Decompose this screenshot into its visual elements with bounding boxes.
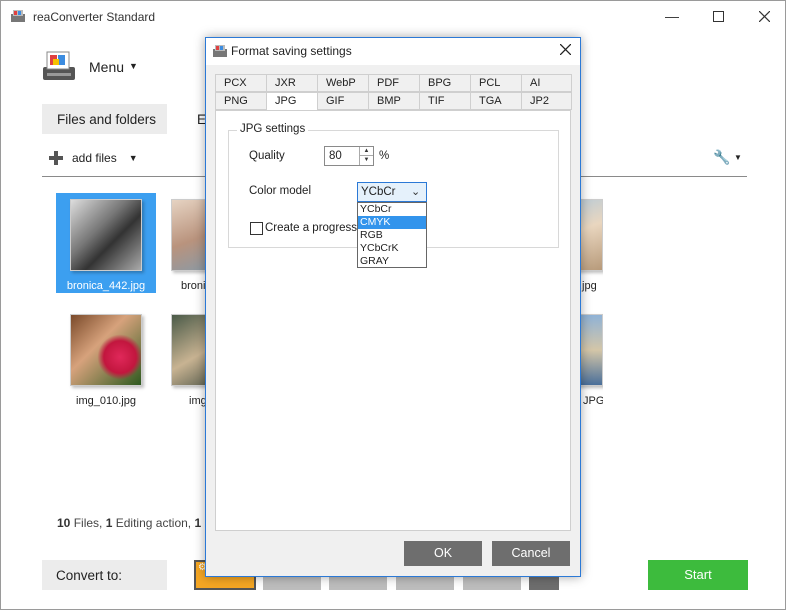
tab-webp[interactable]: WebP [317, 74, 368, 92]
quality-value[interactable]: 80 [329, 150, 342, 162]
tab-pdf[interactable]: PDF [368, 74, 419, 92]
ok-button[interactable]: OK [404, 541, 482, 566]
progressive-label: Create a progress [265, 222, 358, 234]
editing-label: Editing action, [115, 516, 192, 530]
tab-gif[interactable]: GIF [317, 92, 368, 110]
thumbnail-image [70, 199, 142, 271]
tab-tif[interactable]: TIF [419, 92, 470, 110]
menu-button[interactable]: Menu [89, 59, 124, 75]
extra-count: 1 [194, 516, 202, 530]
color-model-value: YCbCr [361, 186, 396, 198]
option-rgb[interactable]: RGB [358, 229, 426, 242]
tab-jxr[interactable]: JXR [266, 74, 317, 92]
thumbnail-image [70, 314, 142, 386]
chevron-down-icon[interactable]: ▼ [129, 153, 138, 163]
tab-pcl[interactable]: PCL [470, 74, 521, 92]
tab-ai[interactable]: AI [521, 74, 572, 92]
spin-down-icon[interactable]: ▼ [359, 156, 373, 165]
progressive-checkbox[interactable] [250, 222, 263, 235]
option-ycbcrk[interactable]: YCbCrK [358, 242, 426, 255]
printer-icon[interactable] [41, 49, 77, 83]
plus-icon [49, 151, 63, 165]
status-bar: 10 Files, 1 Editing action, 1 [57, 516, 201, 530]
file-thumbnail[interactable]: bronica_442.jpg [56, 193, 156, 293]
files-label: Files, [73, 516, 103, 530]
quality-label: Quality [249, 150, 285, 162]
files-count: 10 [57, 516, 71, 530]
tab-files-and-folders[interactable]: Files and folders [42, 104, 167, 134]
maximize-icon[interactable] [695, 1, 741, 31]
format-tabs-top: PCX JXR WebP PDF BPG PCL AI [215, 74, 572, 92]
format-tabs-bottom: PNG JPG GIF BMP TIF TGA JP2 [215, 92, 572, 110]
app-title: reaConverter Standard [33, 10, 156, 24]
start-button[interactable]: Start [648, 560, 748, 590]
option-ycbcr[interactable]: YCbCr [358, 203, 426, 216]
dialog-title-bar: Format saving settings [206, 38, 580, 65]
tab-jp2[interactable]: JP2 [521, 92, 572, 110]
convert-to-label: Convert to: [42, 560, 167, 590]
chevron-down-icon[interactable]: ⌄ [411, 185, 420, 198]
settings-caret-icon[interactable]: ▼ [734, 153, 742, 162]
app-icon [213, 45, 227, 57]
tab-jpg[interactable]: JPG [266, 92, 317, 110]
tab-bpg[interactable]: BPG [419, 74, 470, 92]
spin-up-icon[interactable]: ▲ [359, 147, 373, 156]
add-files-label: add files [72, 151, 117, 165]
app-icon [11, 10, 25, 22]
dialog-title: Format saving settings [231, 44, 352, 58]
color-model-dropdown: YCbCr CMYK RGB YCbCrK GRAY [357, 202, 427, 268]
tab-bmp[interactable]: BMP [368, 92, 419, 110]
quality-unit: % [379, 150, 390, 162]
file-caption: img_010.jpg [76, 395, 136, 407]
color-model-label: Color model [249, 185, 311, 197]
editing-count: 1 [105, 516, 113, 530]
option-cmyk[interactable]: CMYK [358, 216, 426, 229]
option-gray[interactable]: GRAY [358, 255, 426, 268]
quality-stepper[interactable]: 80 ▲ ▼ [324, 146, 374, 166]
group-title: JPG settings [237, 123, 309, 135]
close-icon[interactable] [741, 1, 786, 31]
tab-tga[interactable]: TGA [470, 92, 521, 110]
close-icon[interactable] [555, 41, 575, 61]
jpg-settings-group: JPG settings Quality 80 ▲ ▼ % Color mode… [228, 123, 559, 268]
tab-png[interactable]: PNG [215, 92, 266, 110]
minimize-icon[interactable]: — [649, 1, 695, 31]
title-bar: reaConverter Standard — [1, 1, 786, 31]
add-files-button[interactable]: add files ▼ [49, 149, 138, 167]
cancel-button[interactable]: Cancel [492, 541, 570, 566]
jpg-settings-panel: JPG settings Quality 80 ▲ ▼ % Color mode… [215, 110, 571, 531]
tab-pcx[interactable]: PCX [215, 74, 266, 92]
color-model-select[interactable]: YCbCr ⌄ [357, 182, 427, 202]
menu-caret-icon[interactable]: ▼ [129, 61, 138, 71]
format-saving-dialog: Format saving settings PCX JXR WebP PDF … [205, 37, 581, 577]
file-caption: bronica_442.jpg [66, 280, 146, 292]
file-thumbnail[interactable]: img_010.jpg [56, 308, 156, 408]
wrench-icon[interactable]: 🔧 [713, 149, 730, 166]
